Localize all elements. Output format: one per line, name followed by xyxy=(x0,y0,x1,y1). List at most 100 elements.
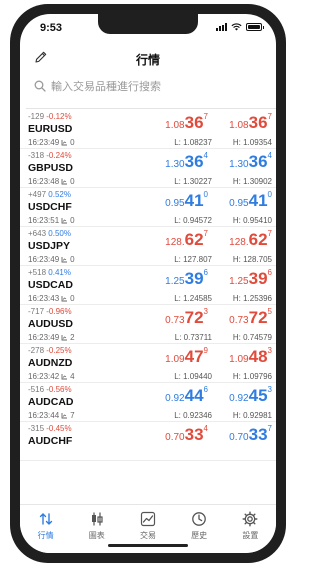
ask-price[interactable]: 1.30364 xyxy=(229,152,272,171)
symbol-name: USDCAD xyxy=(28,279,73,291)
tab-gear[interactable]: 設置 xyxy=(229,511,271,553)
low-price: L: 1.24585 xyxy=(174,294,212,303)
quote-row-usdjpy[interactable]: +643 0.50% USDJPY 16:23:49 0 128.627 128.627 L… xyxy=(20,227,276,266)
bid-price-pip: 3 xyxy=(203,307,208,316)
bid-price-pip: 7 xyxy=(203,229,208,238)
wifi-icon xyxy=(231,23,242,31)
tab-arrows-updown[interactable]: 行情 xyxy=(25,511,67,553)
high-price: H: 1.25396 xyxy=(232,294,272,303)
quote-row-audusd[interactable]: -717 -0.96% AUDUSD 16:23:49 2 0.73723 0.73725… xyxy=(20,305,276,344)
low-price: L: 0.73711 xyxy=(174,333,212,342)
quote-row-usdcad[interactable]: +518 0.41% USDCAD 16:23:43 0 1.25396 1.25396 L… xyxy=(20,266,276,305)
candlestick-icon xyxy=(91,512,103,526)
bid-price-big-digits: 33 xyxy=(184,425,204,444)
change-info: -516 -0.56% xyxy=(28,385,72,394)
bid-price[interactable]: 1.08367 xyxy=(165,112,208,132)
header: 行情 xyxy=(20,44,276,72)
bid-price-pip: 7 xyxy=(203,112,208,121)
bid-price-prefix: 1.30 xyxy=(165,159,185,170)
change-percent: 0.52% xyxy=(48,190,71,199)
bid-price[interactable]: 0.95410 xyxy=(165,190,208,210)
quote-meta: 16:23:49 0 xyxy=(28,255,75,264)
spread-icon xyxy=(61,296,68,302)
bid-price-big-digits: 36 xyxy=(184,152,204,171)
bid-price[interactable]: 128.627 xyxy=(165,229,208,249)
quote-row-audchf[interactable]: -315 -0.45% AUDCHF 0.70334 0.70337 xyxy=(20,422,276,461)
quote-row-audnzd[interactable]: -278 -0.25% AUDNZD 16:23:42 4 1.09479 1.09483… xyxy=(20,344,276,383)
bid-price-pip: 6 xyxy=(203,268,208,277)
ask-price-big-digits: 45 xyxy=(248,386,268,405)
bid-price[interactable]: 1.09479 xyxy=(165,346,208,366)
high-price: H: 0.92981 xyxy=(232,411,272,420)
change-points: +497 xyxy=(28,190,47,199)
quote-time: 16:23:51 xyxy=(28,216,60,225)
ask-price[interactable]: 1.09483 xyxy=(229,347,272,366)
status-icons xyxy=(216,23,264,31)
bid-price-prefix: 1.09 xyxy=(165,354,185,365)
ask-price[interactable]: 1.08367 xyxy=(229,113,272,132)
change-percent: -0.45% xyxy=(46,424,72,433)
low-price: L: 127.807 xyxy=(174,255,212,264)
high-price: H: 0.95410 xyxy=(232,216,272,225)
tab-label: 歷史 xyxy=(191,531,208,540)
spread-value: 0 xyxy=(70,216,75,225)
ask-price[interactable]: 0.73725 xyxy=(229,308,272,327)
bid-price-pip: 0 xyxy=(203,190,208,199)
bid-price[interactable]: 0.70334 xyxy=(165,425,208,444)
quote-meta: 16:23:49 2 xyxy=(28,333,75,342)
signal-icon xyxy=(216,23,227,31)
quote-row-gbpusd[interactable]: -318 -0.24% GBPUSD 16:23:48 0 1.30364 1.30364… xyxy=(20,149,276,188)
high-price: H: 1.30902 xyxy=(232,177,272,186)
ask-price-big-digits: 62 xyxy=(248,230,268,249)
ask-price-prefix: 1.30 xyxy=(229,159,249,170)
spread-value: 2 xyxy=(70,333,75,342)
change-info: +518 0.41% xyxy=(28,268,71,277)
bid-price[interactable]: 1.25396 xyxy=(165,268,208,288)
tab-label: 設置 xyxy=(242,531,259,540)
change-percent: -0.56% xyxy=(46,385,72,394)
quote-meta: 16:23:44 7 xyxy=(28,411,75,420)
ask-price[interactable]: 0.92453 xyxy=(229,386,272,405)
change-percent: 0.50% xyxy=(48,229,71,238)
low-price: L: 1.08237 xyxy=(174,138,212,147)
bid-price-pip: 9 xyxy=(203,346,208,355)
change-info: -129 -0.12% xyxy=(28,112,72,121)
change-percent: -0.96% xyxy=(46,307,72,316)
search-input[interactable]: 輸入交易品種進行搜索 xyxy=(51,78,161,94)
ask-price[interactable]: 128.627 xyxy=(229,230,272,249)
ask-price-prefix: 0.95 xyxy=(229,198,249,209)
bid-price[interactable]: 1.30364 xyxy=(165,152,208,171)
change-points: -315 xyxy=(28,424,45,433)
search-icon xyxy=(34,80,46,92)
change-points: -516 xyxy=(28,385,45,394)
search-bar[interactable]: 輸入交易品種進行搜索 xyxy=(34,76,262,96)
ask-price-big-digits: 36 xyxy=(248,113,268,132)
quote-row-audcad[interactable]: -516 -0.56% AUDCAD 16:23:44 7 0.92446 0.92453… xyxy=(20,383,276,422)
bid-price[interactable]: 0.73723 xyxy=(165,307,208,327)
bid-price[interactable]: 0.92446 xyxy=(165,386,208,405)
divider xyxy=(26,108,276,109)
tab-label: 交易 xyxy=(139,531,156,540)
quote-row-eurusd[interactable]: -129 -0.12% EURUSD 16:23:49 0 1.08367 1.08367… xyxy=(20,110,276,149)
notch xyxy=(98,14,198,34)
spread-icon xyxy=(61,140,68,146)
device-frame: 9:53 行情 輸入交易品種進行搜索 -129 -0.12% EURUSD 16… xyxy=(0,0,296,567)
quote-meta: 16:23:51 0 xyxy=(28,216,75,225)
ask-price[interactable]: 0.70337 xyxy=(229,425,272,444)
bid-price-big-digits: 36 xyxy=(184,113,204,132)
quote-meta: 16:23:42 4 xyxy=(28,372,75,381)
quote-row-usdchf[interactable]: +497 0.52% USDCHF 16:23:51 0 0.95410 0.95410 L… xyxy=(20,188,276,227)
bid-price-prefix: 1.08 xyxy=(165,120,185,131)
symbol-name: AUDUSD xyxy=(28,318,73,330)
ask-price-prefix: 1.09 xyxy=(229,354,249,365)
bid-price-prefix: 1.25 xyxy=(165,276,185,287)
bid-price-prefix: 0.92 xyxy=(165,393,185,404)
ask-price[interactable]: 1.25396 xyxy=(229,269,272,288)
ask-price-prefix: 0.92 xyxy=(229,393,249,404)
bid-price-prefix: 0.95 xyxy=(165,198,185,209)
gear-icon xyxy=(242,511,258,527)
change-info: -278 -0.25% xyxy=(28,346,72,355)
ask-price[interactable]: 0.95410 xyxy=(229,191,272,210)
bid-price-prefix: 0.70 xyxy=(165,432,185,443)
spread-icon xyxy=(61,179,68,185)
